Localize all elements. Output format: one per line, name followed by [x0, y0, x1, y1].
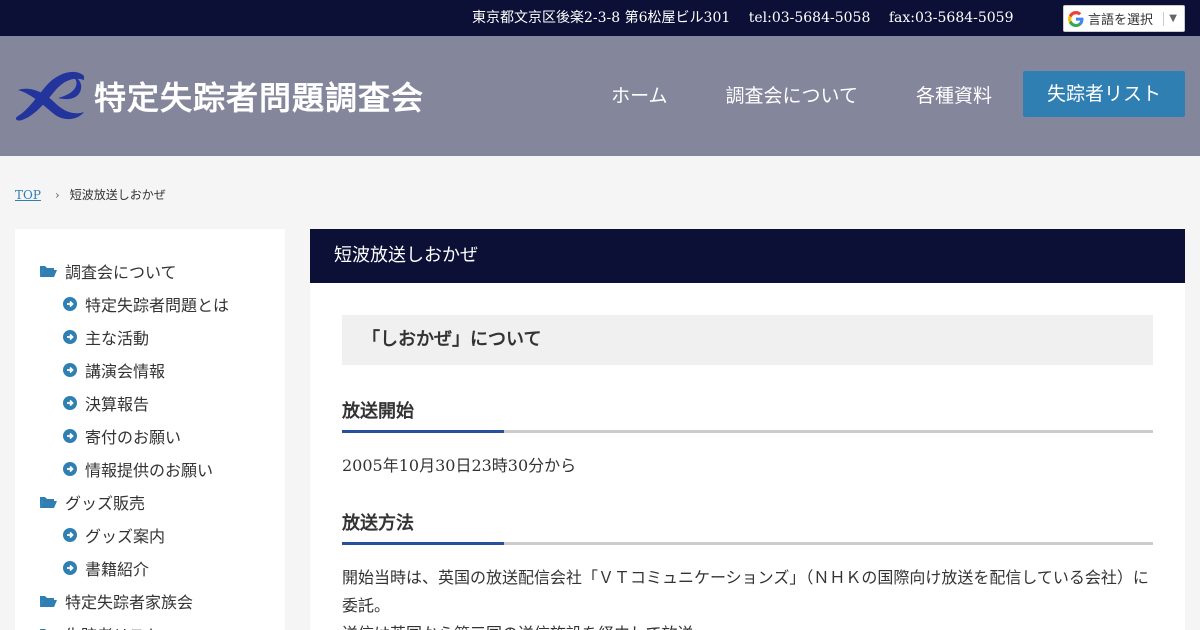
broadcast-method-paragraph-2: 送信は英国から第三国の送信施設を経由して放送。 [342, 620, 1153, 630]
sidebar-item-label: 書籍紹介 [85, 560, 150, 579]
folder-open-icon [39, 494, 57, 510]
missing-persons-list-button[interactable]: 失踪者リスト [1023, 71, 1185, 117]
arrow-circle-right-icon [63, 461, 77, 477]
main-nav: ホーム 調査会について 各種資料 失踪者リスト [553, 71, 1185, 117]
tel-text[interactable]: tel:03-5684-5058 [749, 10, 871, 26]
breadcrumb: TOP › 短波放送しおかぜ [15, 186, 166, 203]
arrow-circle-right-icon [63, 428, 77, 444]
main-content: 短波放送しおかぜ 「しおかぜ」について 放送開始 2005年10月30日23時3… [310, 229, 1185, 630]
breadcrumb-home-link[interactable]: TOP [15, 188, 41, 202]
sidebar-item-label: 調査会について [65, 263, 177, 282]
arrow-circle-right-icon [63, 395, 77, 411]
sidebar-item-what-is-issue[interactable]: 特定失踪者問題とは [63, 292, 229, 316]
sidebar-item-label: 主な活動 [85, 329, 150, 348]
subsection-heading-broadcast-start: 放送開始 [342, 397, 1153, 433]
language-selector[interactable]: 言語を選択 ▼ [1063, 5, 1185, 32]
nav-item-documents[interactable]: 各種資料 [916, 81, 992, 108]
contact-info: 東京都文京区後楽2-3-8 第6松屋ビル301 tel:03-5684-5058… [472, 0, 1028, 36]
top-info-bar: 東京都文京区後楽2-3-8 第6松屋ビル301 tel:03-5684-5058… [0, 0, 1200, 36]
subsection-heading-text: 放送開始 [342, 401, 414, 422]
sidebar-item-label: 講演会情報 [85, 362, 166, 381]
sidebar-item-label: 決算報告 [85, 395, 150, 414]
language-selector-label: 言語を選択 [1088, 13, 1154, 28]
sidebar-item-label: グッズ販売 [65, 494, 146, 513]
address-text: 東京都文京区後楽2-3-8 第6松屋ビル301 [472, 10, 731, 26]
page-title: 短波放送しおかぜ [310, 229, 1185, 283]
sidebar-item-financial-report[interactable]: 決算報告 [63, 391, 149, 415]
broadcast-start-text: 2005年10月30日23時30分から [342, 456, 577, 475]
sidebar-item-missing-list[interactable]: 失踪者リスト [39, 622, 161, 630]
ribbon-logo-icon [15, 71, 85, 121]
sidebar: 調査会について 特定失踪者問題とは 主な活動 講演会情報 決算報告 寄付のお願い… [15, 229, 285, 630]
folder-open-icon [39, 263, 57, 279]
heading-underline [342, 542, 1153, 545]
sidebar-item-label: 情報提供のお願い [85, 461, 214, 480]
google-g-icon [1064, 10, 1088, 27]
breadcrumb-current: 短波放送しおかぜ [69, 188, 166, 202]
site-logo[interactable]: 特定失踪者問題調査会 [14, 70, 424, 122]
sidebar-item-label: グッズ案内 [85, 527, 166, 546]
sidebar-item-families[interactable]: 特定失踪者家族会 [39, 589, 193, 613]
arrow-circle-right-icon [63, 296, 77, 312]
sidebar-item-goods[interactable]: グッズ販売 [39, 490, 145, 514]
subsection-heading-broadcast-method: 放送方法 [342, 509, 1153, 545]
heading-underline-accent [342, 542, 504, 545]
arrow-circle-right-icon [63, 527, 77, 543]
arrow-circle-right-icon [63, 560, 77, 576]
sidebar-item-info-request[interactable]: 情報提供のお願い [63, 457, 213, 481]
sidebar-item-books[interactable]: 書籍紹介 [63, 556, 149, 580]
arrow-circle-right-icon [63, 362, 77, 378]
folder-open-icon [39, 593, 57, 609]
folder-open-icon [39, 626, 57, 630]
nav-item-home[interactable]: ホーム [611, 81, 667, 108]
sidebar-item-activities[interactable]: 主な活動 [63, 325, 149, 349]
heading-underline-accent [342, 430, 504, 433]
heading-underline [342, 430, 1153, 433]
sidebar-item-lectures[interactable]: 講演会情報 [63, 358, 165, 382]
fax-text: fax:03-5684-5059 [888, 10, 1014, 26]
sidebar-item-label: 特定失踪者家族会 [65, 593, 194, 612]
sidebar-item-label: 失踪者リスト [65, 622, 161, 630]
broadcast-method-paragraph-1: 開始当時は、英国の放送配信会社「ＶＴコミュニケーションズ」（ＮＨＫの国際向け放送… [342, 568, 1149, 615]
language-selector-divider [1163, 11, 1165, 26]
nav-item-about[interactable]: 調査会について [726, 81, 858, 108]
section-heading: 「しおかぜ」について [342, 315, 1153, 365]
sidebar-item-label: 寄付のお願い [85, 428, 182, 447]
arrow-circle-right-icon [63, 329, 77, 345]
sidebar-item-donation[interactable]: 寄付のお願い [63, 424, 181, 448]
breadcrumb-separator-icon: › [54, 187, 60, 202]
broadcast-method-text: 開始当時は、英国の放送配信会社「ＶＴコミュニケーションズ」（ＮＨＫの国際向け放送… [342, 564, 1153, 630]
sidebar-item-goods-guide[interactable]: グッズ案内 [63, 523, 165, 547]
site-title: 特定失踪者問題調査会 [94, 79, 425, 117]
sidebar-item-about[interactable]: 調査会について [39, 259, 177, 283]
subsection-heading-text: 放送方法 [342, 513, 414, 534]
sidebar-item-label: 特定失踪者問題とは [85, 296, 230, 315]
chevron-down-icon: ▼ [1169, 13, 1177, 24]
site-header: 特定失踪者問題調査会 ホーム 調査会について 各種資料 失踪者リスト [0, 36, 1200, 156]
